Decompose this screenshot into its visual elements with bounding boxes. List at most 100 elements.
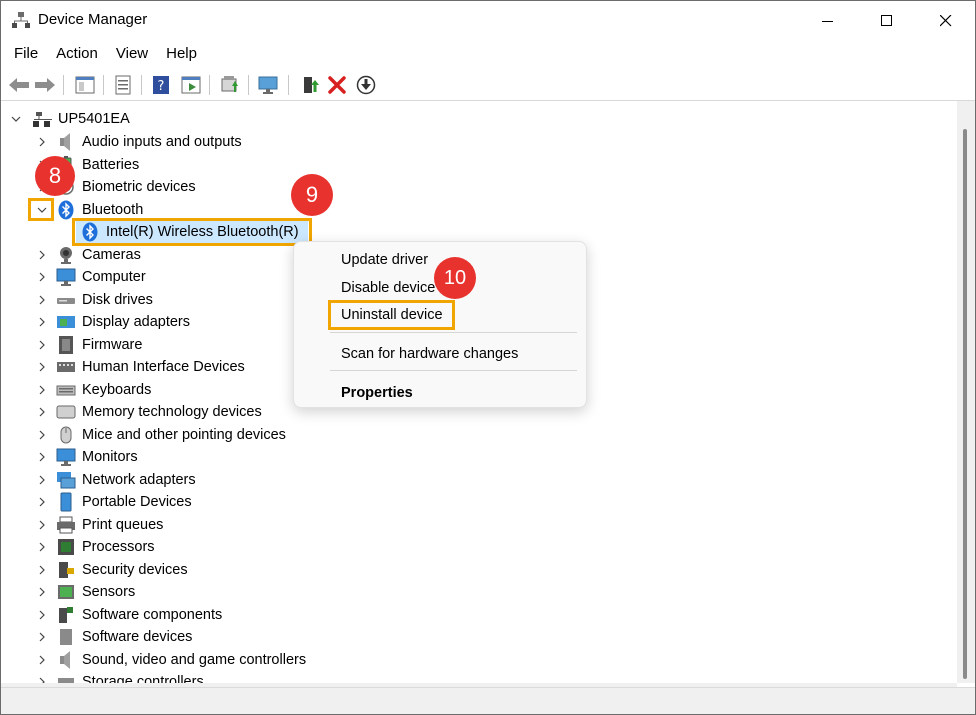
tree-root-computer[interactable]: UP5401EA bbox=[6, 108, 946, 130]
tree-item-security-devices[interactable]: Security devices bbox=[6, 559, 946, 581]
chevron-right-icon[interactable] bbox=[36, 289, 48, 311]
menu-action[interactable]: Action bbox=[47, 43, 107, 67]
tree-item-processors[interactable]: Processors bbox=[6, 536, 946, 558]
bluetooth-icon bbox=[58, 200, 74, 219]
step-9-badge: 9 bbox=[291, 174, 333, 216]
scrollbar-thumb[interactable] bbox=[963, 129, 967, 679]
network-icon bbox=[57, 471, 76, 488]
tree-item-software-components[interactable]: Software components bbox=[6, 604, 946, 626]
chevron-right-icon[interactable] bbox=[36, 536, 48, 558]
tree-item-monitors[interactable]: Monitors bbox=[6, 446, 946, 468]
close-button[interactable] bbox=[917, 1, 975, 41]
tree-item-label: Print queues bbox=[82, 516, 164, 533]
console-tree-icon bbox=[75, 76, 95, 94]
printer-icon bbox=[57, 516, 75, 533]
menu-separator bbox=[330, 332, 577, 333]
menu-update-driver[interactable]: Update driver bbox=[341, 252, 428, 268]
tree-item-label: Network adapters bbox=[82, 471, 196, 488]
properties-toolbar-button[interactable] bbox=[111, 73, 135, 97]
forward-arrow-icon bbox=[35, 78, 55, 92]
tree-item-label: Memory technology devices bbox=[82, 404, 262, 420]
tree-item-audio-inputs-and-outputs[interactable]: Audio inputs and outputs bbox=[6, 131, 946, 153]
tree-item-label: Storage controllers bbox=[82, 674, 204, 683]
chevron-right-icon[interactable] bbox=[36, 671, 48, 683]
tree-item-mice-and-other-pointing-devices[interactable]: Mice and other pointing devices bbox=[6, 424, 946, 446]
help-toolbar-button[interactable]: ? bbox=[149, 73, 173, 97]
device-manager-window: Device Manager File Action View Help ? U… bbox=[0, 0, 976, 715]
tree-item-network-adapters[interactable]: Network adapters bbox=[6, 469, 946, 491]
download-driver-toolbar-button[interactable] bbox=[354, 73, 378, 97]
update-driver-toolbar-button[interactable] bbox=[218, 73, 242, 97]
keyboard-icon bbox=[56, 385, 76, 395]
menu-help[interactable]: Help bbox=[157, 43, 206, 67]
chevron-right-icon[interactable] bbox=[36, 334, 48, 356]
tree-item-storage-controllers[interactable]: Storage controllers bbox=[6, 671, 946, 683]
chevron-right-icon[interactable] bbox=[36, 424, 48, 446]
window-title: Device Manager bbox=[38, 11, 148, 28]
software-component-icon bbox=[59, 606, 73, 623]
display-adapter-icon bbox=[57, 316, 75, 328]
menu-view[interactable]: View bbox=[107, 43, 157, 67]
menu-properties[interactable]: Properties bbox=[341, 385, 413, 401]
enable-device-toolbar-button[interactable] bbox=[298, 73, 322, 97]
help-icon: ? bbox=[153, 76, 169, 94]
tree-item-label: Firmware bbox=[82, 336, 143, 353]
back-button[interactable] bbox=[7, 73, 31, 97]
chevron-right-icon[interactable] bbox=[36, 401, 48, 423]
chevron-right-icon[interactable] bbox=[36, 581, 48, 603]
download-circle-icon bbox=[356, 75, 376, 95]
chevron-right-icon[interactable] bbox=[36, 649, 48, 671]
tree-item-software-devices[interactable]: Software devices bbox=[6, 626, 946, 648]
tree-item-label: Processors bbox=[82, 539, 155, 555]
chevron-right-icon[interactable] bbox=[36, 491, 48, 513]
tree-item-batteries[interactable]: Batteries bbox=[6, 154, 946, 176]
delete-x-icon bbox=[328, 76, 346, 94]
chevron-right-icon[interactable] bbox=[36, 469, 48, 491]
speaker-icon bbox=[60, 133, 70, 151]
chevron-right-icon[interactable] bbox=[36, 356, 48, 378]
chevron-right-icon[interactable] bbox=[36, 131, 48, 153]
chevron-right-icon[interactable] bbox=[36, 446, 48, 468]
minimize-button[interactable] bbox=[799, 1, 857, 41]
chevron-right-icon[interactable] bbox=[36, 626, 48, 648]
menu-bar: File Action View Help bbox=[1, 43, 206, 67]
close-icon bbox=[940, 15, 952, 27]
chevron-right-icon[interactable] bbox=[36, 559, 48, 581]
maximize-button[interactable] bbox=[858, 1, 916, 41]
chevron-right-icon[interactable] bbox=[36, 266, 48, 288]
mouse-icon bbox=[60, 426, 72, 443]
chevron-right-icon[interactable] bbox=[36, 514, 48, 536]
tree-item-label: Audio inputs and outputs bbox=[82, 134, 242, 150]
tree-item-label: Disk drives bbox=[82, 291, 153, 308]
processor-icon bbox=[58, 539, 74, 555]
forward-button[interactable] bbox=[33, 73, 57, 97]
tree-item-sensors[interactable]: Sensors bbox=[6, 581, 946, 603]
scan-hardware-toolbar-button[interactable] bbox=[256, 73, 280, 97]
tree-item-sound-video-and-game-controllers[interactable]: Sound, video and game controllers bbox=[6, 649, 946, 671]
menu-disable-device[interactable]: Disable device bbox=[341, 280, 435, 296]
tree-item-label: Sound, video and game controllers bbox=[82, 651, 307, 668]
menu-file[interactable]: File bbox=[1, 43, 47, 67]
tree-item-biometric-devices[interactable]: Biometric devices bbox=[6, 176, 946, 198]
show-hide-console-tree-button[interactable] bbox=[73, 73, 97, 97]
tree-item-print-queues[interactable]: Print queues bbox=[6, 514, 946, 536]
chevron-right-icon[interactable] bbox=[36, 244, 48, 266]
view-pane-icon bbox=[181, 76, 201, 94]
chevron-down-icon[interactable] bbox=[10, 108, 22, 130]
chevron-right-icon[interactable] bbox=[36, 604, 48, 626]
vertical-scrollbar[interactable] bbox=[957, 101, 975, 683]
tree-item-label: Software components bbox=[82, 606, 223, 623]
monitor-icon bbox=[56, 448, 76, 466]
memory-icon bbox=[56, 405, 76, 419]
chevron-right-icon[interactable] bbox=[36, 311, 48, 333]
title-bar[interactable]: Device Manager bbox=[1, 1, 975, 41]
menu-scan-hardware[interactable]: Scan for hardware changes bbox=[341, 346, 518, 362]
chevron-right-icon[interactable] bbox=[36, 379, 48, 401]
tree-item-label: Monitors bbox=[82, 449, 138, 465]
show-hidden-toolbar-button[interactable] bbox=[179, 73, 203, 97]
sound-icon bbox=[60, 650, 70, 669]
tree-item-portable-devices[interactable]: Portable Devices bbox=[6, 491, 946, 513]
uninstall-device-toolbar-button[interactable] bbox=[325, 73, 349, 97]
toolbar: ? bbox=[1, 69, 975, 101]
menu-separator bbox=[330, 370, 577, 371]
